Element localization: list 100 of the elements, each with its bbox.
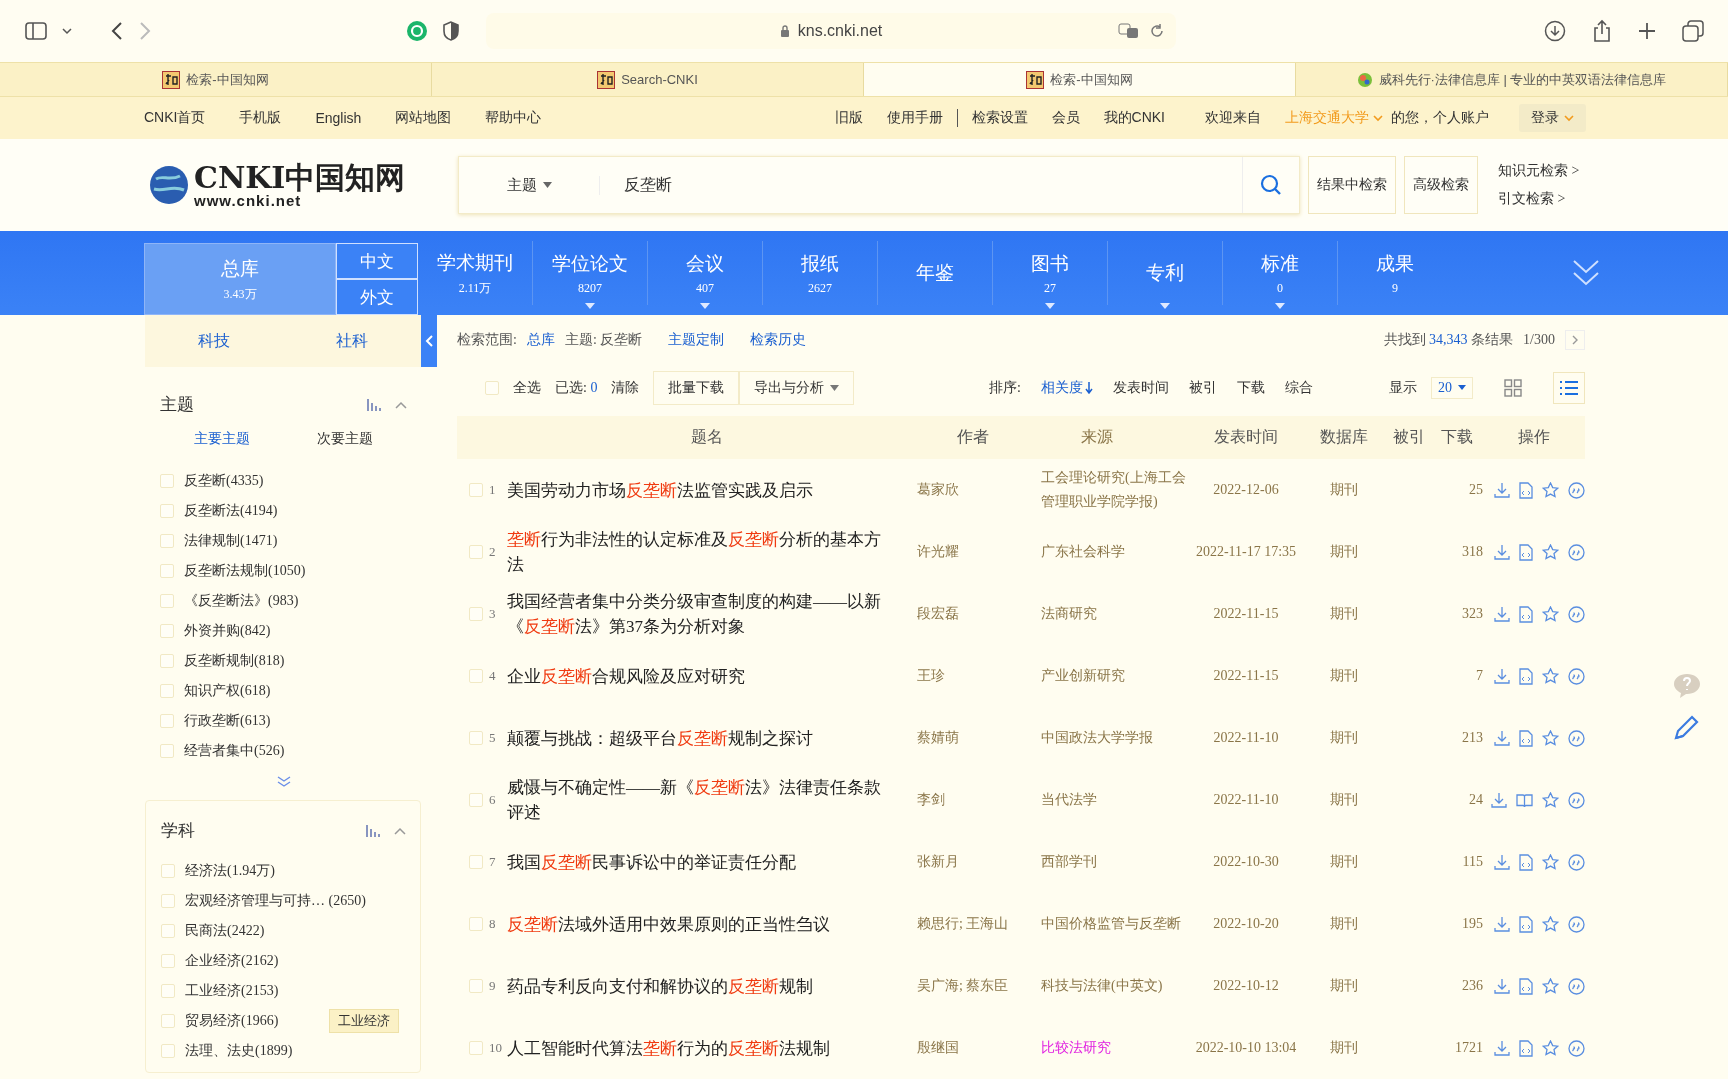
filter-option[interactable]: 反垄断法(4194): [184, 502, 278, 520]
checkbox[interactable]: [160, 504, 174, 518]
star-icon[interactable]: [1542, 729, 1559, 747]
login-button[interactable]: 登录: [1519, 104, 1586, 132]
search-option-button[interactable]: 高级检索: [1404, 156, 1478, 214]
download-icon[interactable]: [1494, 544, 1510, 560]
star-icon[interactable]: [1542, 977, 1559, 995]
quote-icon[interactable]: [1568, 1039, 1585, 1057]
database-tab[interactable]: 学位论文 8207: [533, 241, 648, 305]
article-title-link[interactable]: 垄断行为非法性的认定标准及反垄断分析的基本方法: [507, 527, 907, 577]
browser-tab[interactable]: 检索-中国知网: [864, 63, 1296, 96]
subject-tab[interactable]: 科技: [145, 315, 283, 367]
quote-icon[interactable]: [1568, 853, 1585, 871]
collapse-button[interactable]: [421, 315, 437, 367]
nav-link[interactable]: 使用手册: [886, 109, 943, 127]
author-cell[interactable]: 李剑: [907, 788, 1041, 812]
clear-link[interactable]: 清除: [611, 378, 640, 397]
source-link[interactable]: 比较法研究: [1041, 1036, 1191, 1060]
checkbox[interactable]: [160, 744, 174, 758]
filter-option[interactable]: 法律规制(1471): [184, 532, 278, 550]
filter-option[interactable]: 企业经济(2162): [185, 952, 279, 970]
database-tab[interactable]: 成果 9: [1338, 231, 1452, 315]
database-tab[interactable]: 报纸 2627: [763, 241, 878, 305]
quote-icon[interactable]: [1568, 791, 1585, 809]
article-title-link[interactable]: 药品专利反向支付和解协议的反垄断规制: [507, 973, 907, 999]
quote-icon[interactable]: [1568, 543, 1585, 561]
database-tab[interactable]: 年鉴: [878, 241, 993, 305]
html-file-icon[interactable]: [1519, 667, 1533, 685]
checkbox[interactable]: [161, 924, 175, 938]
source-link[interactable]: 工会理论研究(上海工会管理职业学院学报): [1041, 466, 1191, 514]
filter-option[interactable]: 工业经济(2153): [185, 982, 279, 1000]
sort-option[interactable]: 发表时间: [1113, 378, 1169, 397]
author-cell[interactable]: 殷继国: [907, 1036, 1041, 1060]
database-tab[interactable]: 会议 407: [648, 241, 763, 305]
quote-icon[interactable]: [1568, 605, 1585, 623]
nav-link[interactable]: 网站地图: [395, 109, 452, 127]
filter-option[interactable]: 行政垄断(613): [184, 712, 271, 730]
download-icon[interactable]: [1494, 730, 1510, 746]
checkbox[interactable]: [469, 669, 483, 683]
checkbox[interactable]: [161, 1014, 175, 1028]
scope-link[interactable]: 总库: [526, 331, 555, 350]
checkbox[interactable]: [485, 380, 499, 395]
sort-option[interactable]: 相关度: [1041, 378, 1093, 397]
checkbox[interactable]: [161, 1044, 175, 1058]
article-title-link[interactable]: 威慑与不确定性——新《反垄断法》法律责任条款评述: [507, 775, 907, 825]
database-tab[interactable]: 标准 0: [1223, 241, 1338, 305]
star-icon[interactable]: [1542, 543, 1559, 561]
reload-icon[interactable]: [1150, 24, 1164, 38]
source-link[interactable]: 中国政法大学学报: [1041, 726, 1191, 750]
source-link[interactable]: 西部学刊: [1041, 850, 1191, 874]
checkbox[interactable]: [160, 624, 174, 638]
browser-tab[interactable]: 威科先行·法律信息库 | 专业的中英双语法律信息库: [1296, 63, 1728, 96]
download-icon[interactable]: [1494, 854, 1510, 870]
star-icon[interactable]: [1542, 667, 1559, 685]
quote-icon[interactable]: [1568, 667, 1585, 685]
filter-option[interactable]: 宏观经济管理与可持… (2650): [185, 892, 366, 910]
source-link[interactable]: 当代法学: [1041, 788, 1191, 812]
checkbox[interactable]: [160, 684, 174, 698]
checkbox[interactable]: [469, 979, 483, 993]
checkbox[interactable]: [160, 594, 174, 608]
author-cell[interactable]: 段宏磊: [907, 602, 1041, 626]
source-link[interactable]: 中国价格监管与反垄断: [1041, 912, 1191, 936]
page-size-dropdown[interactable]: 20: [1431, 376, 1473, 399]
article-title-link[interactable]: 反垄断法域外适用中效果原则的正当性刍议: [507, 911, 907, 937]
filter-option[interactable]: 《反垄断法》(983): [184, 592, 299, 610]
batch-download-button[interactable]: 批量下载: [653, 370, 740, 405]
author-cell[interactable]: 吴广海; 蔡东臣: [907, 974, 1041, 998]
checkbox[interactable]: [469, 1041, 483, 1055]
language-tab[interactable]: 中文: [336, 243, 418, 279]
article-title-link[interactable]: 企业反垄断合规风险及应对研究: [507, 663, 907, 689]
checkbox[interactable]: [469, 607, 483, 621]
html-file-icon[interactable]: [1519, 1039, 1533, 1057]
checkbox[interactable]: [469, 855, 483, 869]
filter-option[interactable]: 知识产权(618): [184, 682, 271, 700]
filter-option[interactable]: 反垄断规制(818): [184, 652, 285, 670]
source-link[interactable]: 产业创新研究: [1041, 664, 1191, 688]
language-tab[interactable]: 外文: [336, 279, 418, 315]
sort-option[interactable]: 被引: [1189, 378, 1217, 397]
quote-icon[interactable]: [1568, 915, 1585, 933]
search-option-button[interactable]: 结果中检索: [1308, 156, 1396, 214]
database-tab[interactable]: 图书 27: [993, 241, 1108, 305]
nav-link[interactable]: CNKI首页: [144, 109, 206, 127]
database-tab[interactable]: 专利: [1108, 241, 1223, 305]
quote-icon[interactable]: [1568, 481, 1585, 499]
nav-link[interactable]: 我的CNKI: [1103, 109, 1165, 127]
scope-link[interactable]: 检索历史: [750, 331, 807, 350]
plus-icon[interactable]: [1638, 22, 1656, 40]
forward-icon[interactable]: [138, 21, 152, 41]
browser-tab[interactable]: Search-CNKI: [432, 63, 864, 96]
sort-option[interactable]: 综合: [1285, 378, 1313, 397]
filter-option[interactable]: 外资并购(842): [184, 622, 271, 640]
select-all-label[interactable]: 全选: [513, 378, 541, 397]
html-file-icon[interactable]: [1519, 481, 1533, 499]
nav-link[interactable]: 旧版: [834, 109, 863, 127]
checkbox[interactable]: [469, 731, 483, 745]
checkbox[interactable]: [160, 474, 174, 488]
checkbox[interactable]: [160, 654, 174, 668]
filter-option[interactable]: 反垄断(4335): [184, 472, 264, 490]
nav-link[interactable]: 帮助中心: [485, 109, 542, 127]
checkbox[interactable]: [160, 534, 174, 548]
